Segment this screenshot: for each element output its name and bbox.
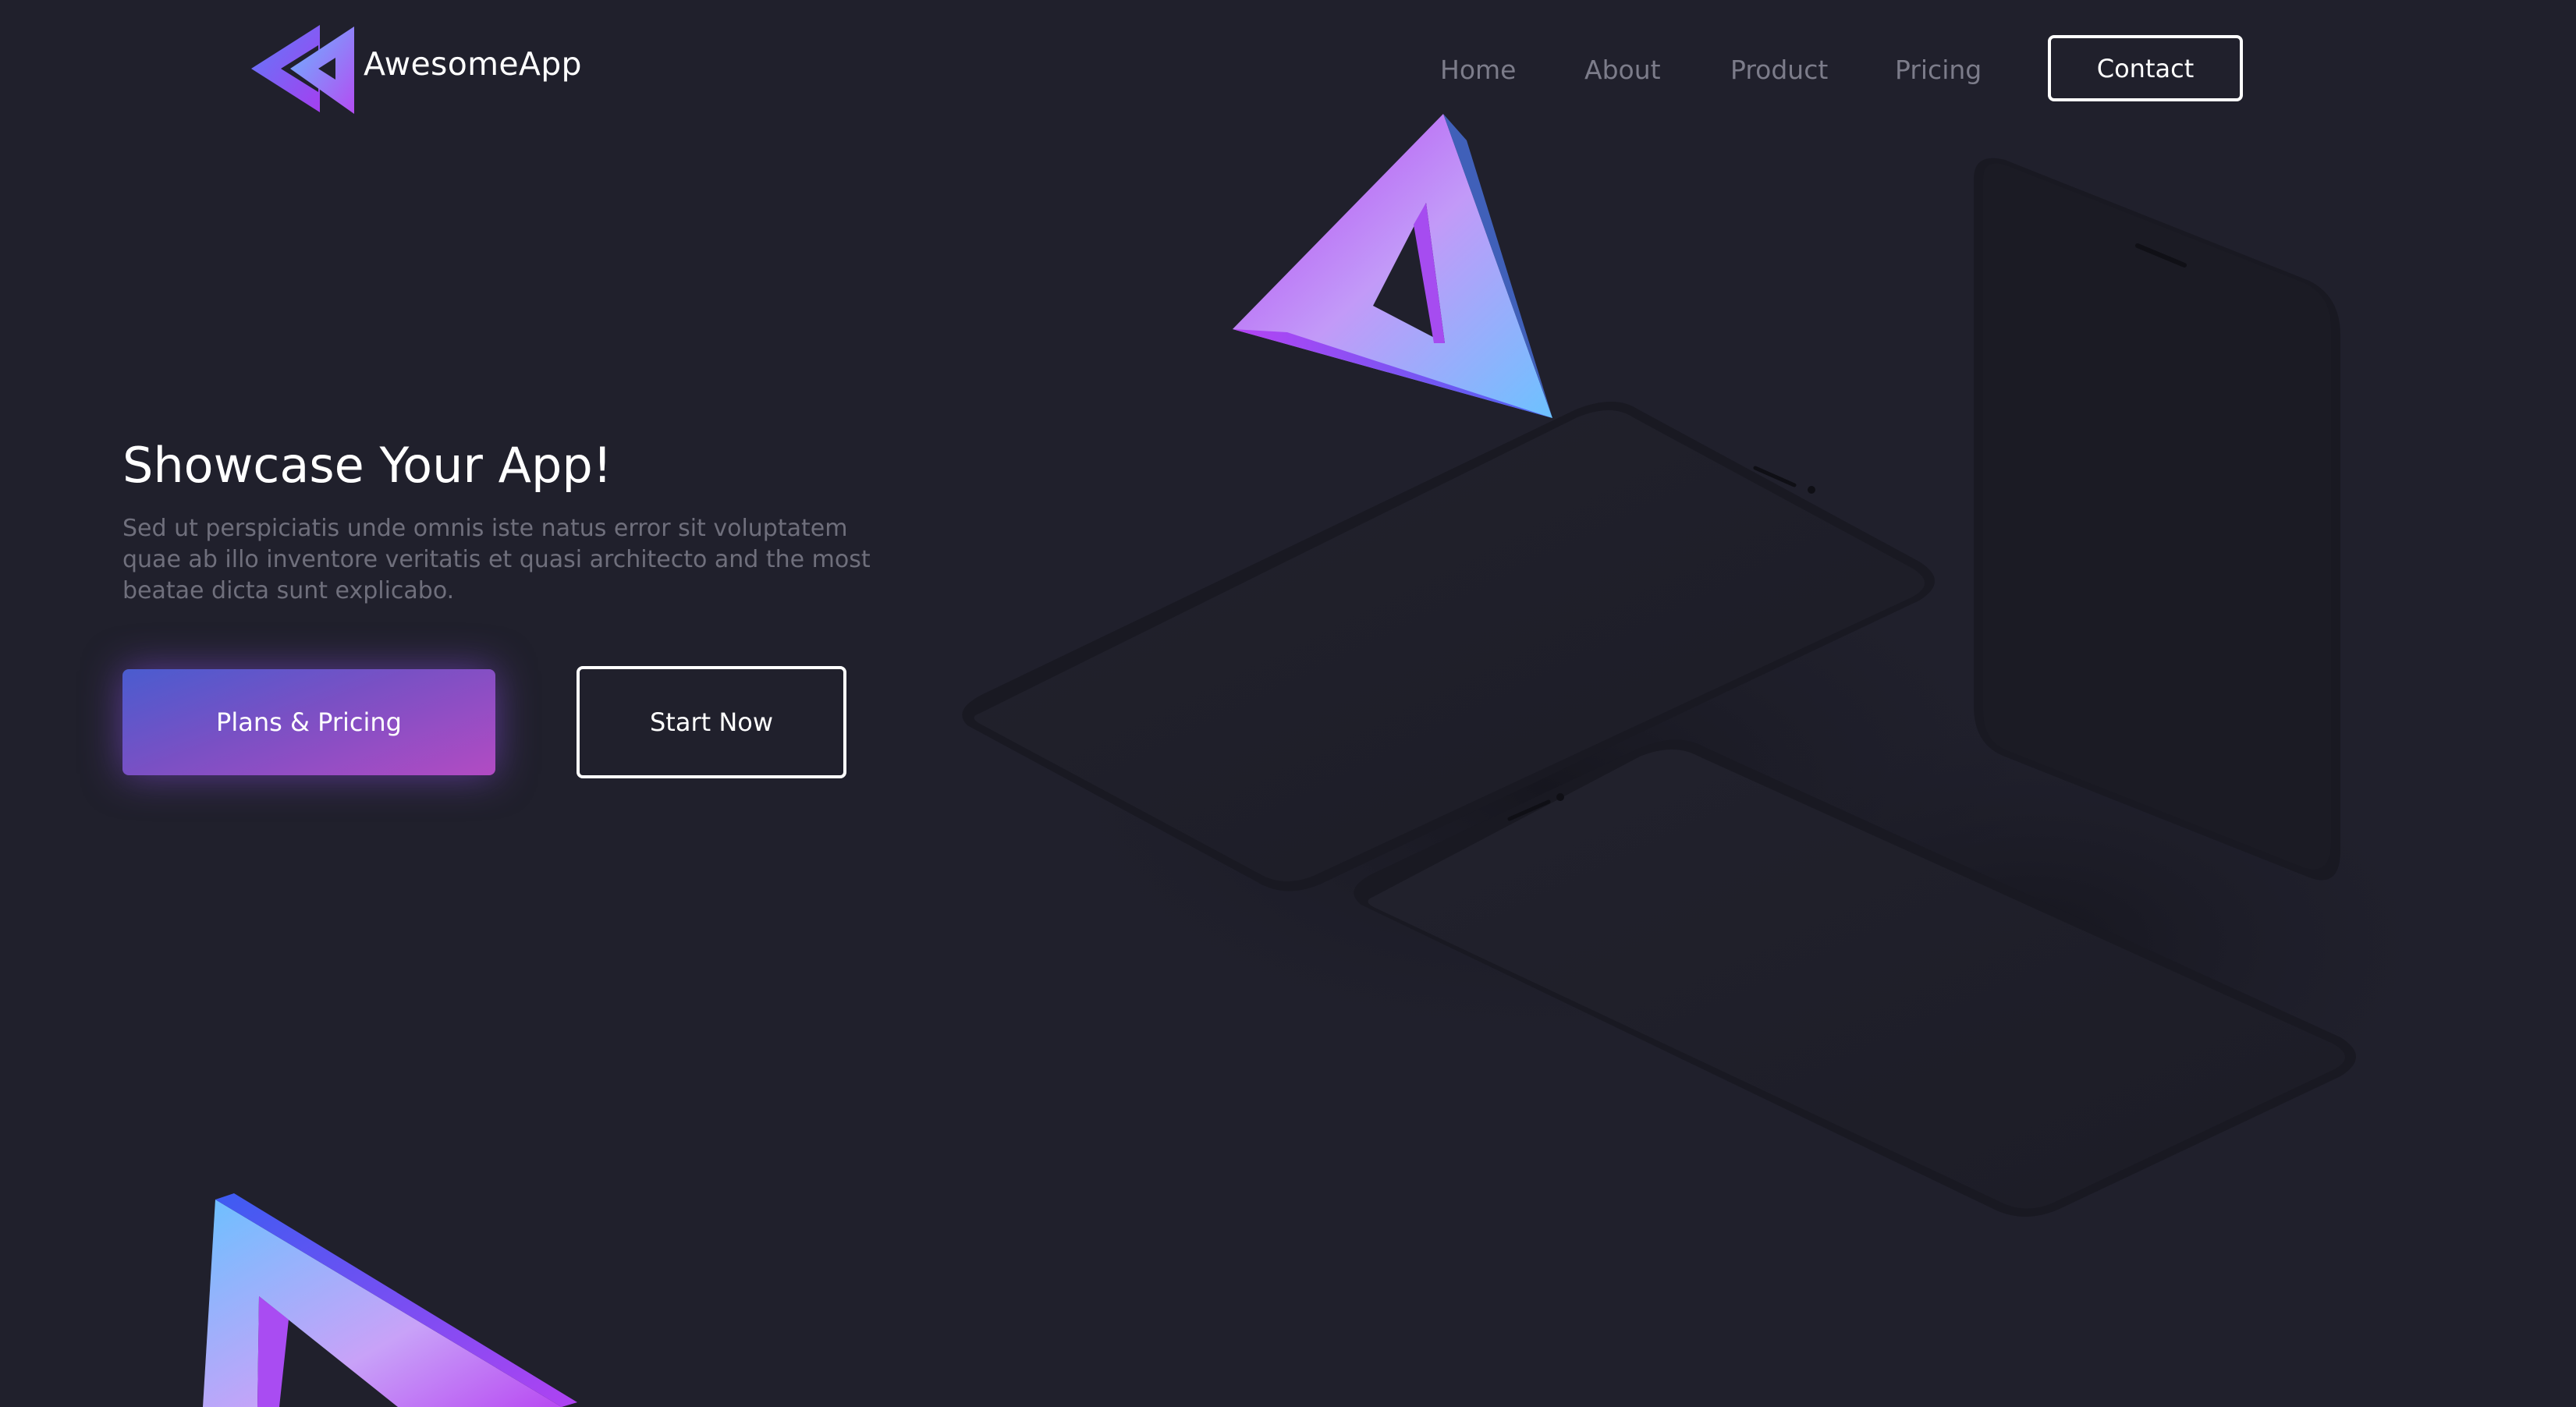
hero-description: Sed ut perspiciatis unde omnis iste natu… [122,515,871,604]
start-now-button[interactable]: Start Now [577,666,846,778]
gradient-triangle-decoration-bottom [203,1193,577,1407]
brand-name[interactable]: AwesomeApp [364,45,582,83]
logo-icon[interactable] [250,23,356,115]
contact-button[interactable]: Contact [2048,35,2243,101]
phones-mockup-illustration [962,158,2465,1217]
nav-link-pricing[interactable]: Pricing [1895,55,1982,85]
plans-pricing-button[interactable]: Plans & Pricing [122,669,495,775]
nav-link-home[interactable]: Home [1440,55,1516,85]
nav-link-about[interactable]: About [1584,55,1661,85]
nav-link-product[interactable]: Product [1730,55,1828,85]
hero-title: Showcase Your App! [122,437,612,494]
gradient-triangle-decoration-top [1233,114,1552,418]
